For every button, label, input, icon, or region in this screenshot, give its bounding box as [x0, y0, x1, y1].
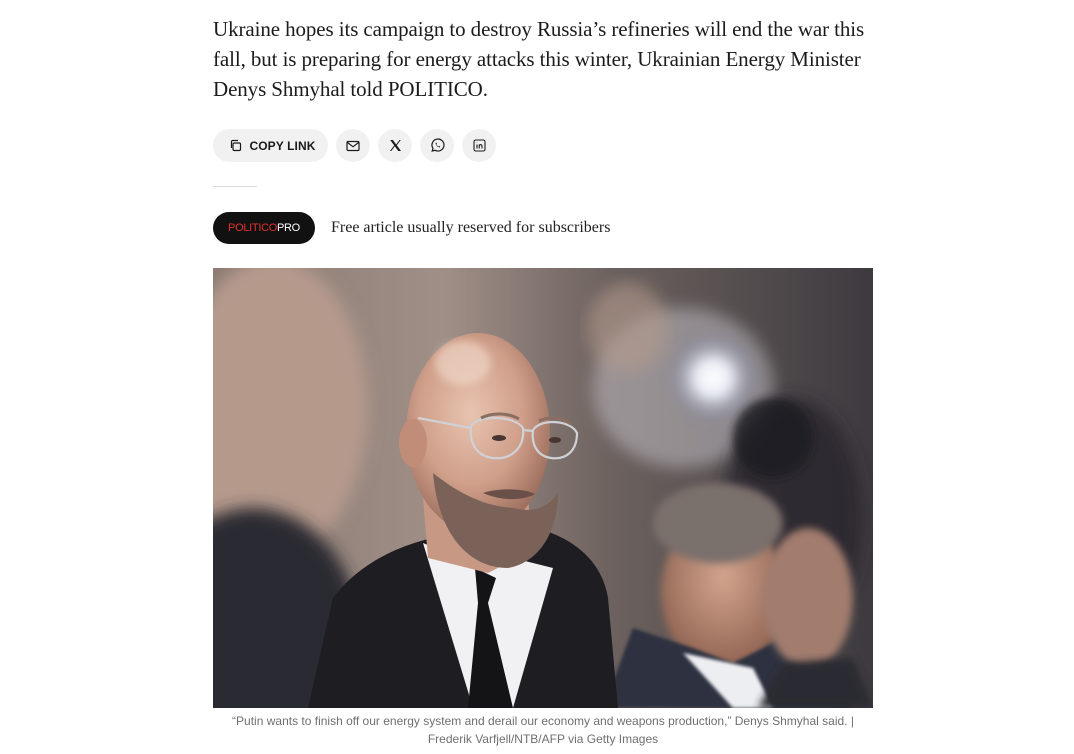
x-icon — [389, 139, 402, 152]
pro-banner: POLITICO PRO Free article usually reserve… — [213, 212, 610, 244]
copy-icon — [229, 139, 242, 152]
pro-banner-text: Free article usually reserved for subscr… — [331, 219, 611, 236]
whatsapp-icon — [430, 138, 445, 153]
email-share-button[interactable] — [336, 129, 370, 162]
copy-link-button[interactable]: COPY LINK — [213, 129, 328, 162]
share-toolbar: COPY LINK — [213, 129, 496, 162]
photo-caption-quote: “Putin wants to finish off our energy sy… — [232, 714, 854, 728]
mail-icon — [346, 140, 360, 152]
photo-caption: “Putin wants to finish off our energy sy… — [213, 712, 873, 748]
x-share-button[interactable] — [378, 129, 412, 162]
photo-caption-credit: Frederik Varfjell/NTB/AFP via Getty Imag… — [427, 732, 659, 746]
whatsapp-share-button[interactable] — [420, 129, 454, 162]
politico-pro-badge[interactable]: POLITICO PRO — [213, 212, 315, 244]
section-divider — [213, 186, 257, 187]
article-photo — [213, 268, 873, 708]
linkedin-icon — [472, 139, 486, 152]
copy-link-label: COPY LINK — [249, 138, 316, 153]
pro-badge-suffix: PRO — [277, 222, 300, 234]
article-dek: Ukraine hopes its campaign to destroy Ru… — [213, 17, 865, 101]
linkedin-share-button[interactable] — [462, 129, 496, 162]
pro-badge-brand: POLITICO — [228, 222, 277, 234]
